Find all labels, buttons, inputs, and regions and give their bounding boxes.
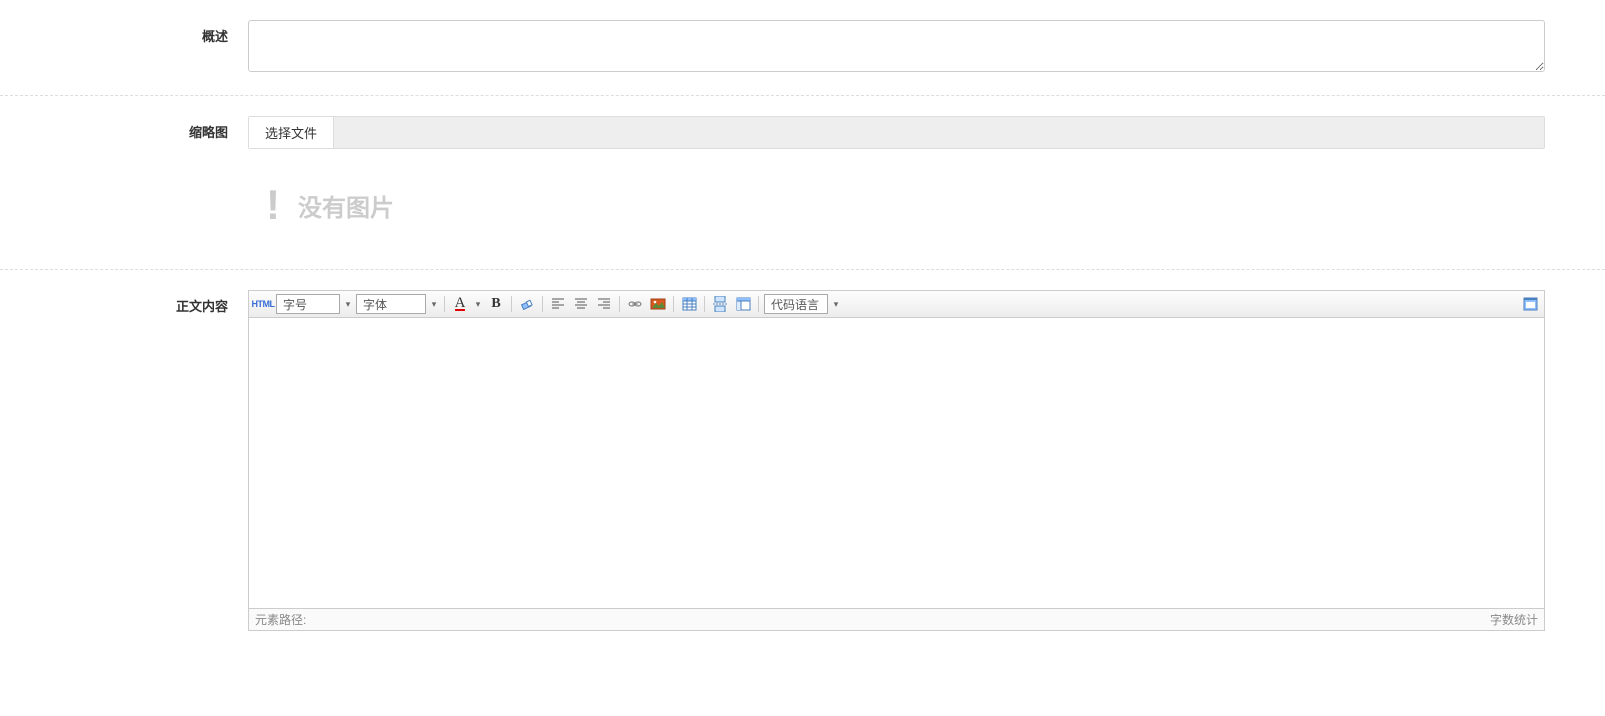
- chevron-down-icon: ▾: [832, 299, 840, 310]
- image-icon: [650, 297, 666, 311]
- no-image-placeholder: ! 没有图片: [248, 149, 1545, 249]
- source-html-button[interactable]: HTML: [253, 294, 273, 314]
- editor-content-area[interactable]: [249, 318, 1544, 608]
- template-icon: [736, 297, 751, 311]
- fullscreen-icon: [1523, 297, 1538, 311]
- font-size-label: 字号: [283, 296, 307, 313]
- bold-icon: B: [491, 296, 500, 312]
- align-left-icon: [551, 297, 565, 311]
- forecolor-button[interactable]: A: [450, 294, 470, 314]
- toolbar-separator: [758, 296, 759, 312]
- template-button[interactable]: [733, 294, 753, 314]
- thumbnail-row: 缩略图 选择文件 ! 没有图片: [0, 96, 1605, 270]
- code-language-select[interactable]: 代码语言: [764, 294, 828, 314]
- content-row: 正文内容 HTML 字号 ▾ 字体 ▾: [0, 270, 1605, 651]
- summary-textarea[interactable]: [248, 20, 1545, 72]
- font-size-select[interactable]: 字号: [276, 294, 340, 314]
- chevron-down-icon: ▾: [474, 299, 482, 310]
- align-center-button[interactable]: [571, 294, 591, 314]
- align-right-icon: [597, 297, 611, 311]
- toolbar-separator: [619, 296, 620, 312]
- summary-row: 概述: [0, 0, 1605, 96]
- toolbar-separator: [444, 296, 445, 312]
- font-size-dropdown-arrow[interactable]: ▾: [343, 294, 353, 314]
- code-language-dropdown-arrow[interactable]: ▾: [831, 294, 841, 314]
- pagebreak-button[interactable]: [710, 294, 730, 314]
- code-language-label: 代码语言: [771, 296, 819, 313]
- pagebreak-icon: [713, 296, 727, 312]
- summary-label: 概述: [0, 20, 248, 75]
- chevron-down-icon: ▾: [430, 299, 438, 310]
- word-count[interactable]: 字数统计: [1490, 611, 1538, 628]
- insert-image-button[interactable]: [648, 294, 668, 314]
- align-left-button[interactable]: [548, 294, 568, 314]
- html-icon: HTML: [252, 299, 275, 309]
- exclamation-icon: !: [266, 181, 280, 229]
- toolbar-separator: [704, 296, 705, 312]
- summary-input-col: [248, 20, 1605, 75]
- no-image-text: 没有图片: [298, 188, 394, 223]
- eraser-icon: [519, 296, 535, 312]
- bold-button[interactable]: B: [486, 294, 506, 314]
- content-input-col: HTML 字号 ▾ 字体 ▾ A ▾: [248, 290, 1605, 631]
- thumbnail-label: 缩略图: [0, 116, 248, 249]
- link-button[interactable]: [625, 294, 645, 314]
- thumbnail-input-col: 选择文件 ! 没有图片: [248, 116, 1605, 249]
- content-label: 正文内容: [0, 290, 248, 631]
- toolbar-separator: [542, 296, 543, 312]
- font-family-label: 字体: [363, 296, 387, 313]
- forecolor-dropdown-arrow[interactable]: ▾: [473, 294, 483, 314]
- align-center-icon: [574, 297, 588, 311]
- align-right-button[interactable]: [594, 294, 614, 314]
- font-family-select[interactable]: 字体: [356, 294, 426, 314]
- forecolor-icon: A: [455, 297, 466, 311]
- insert-table-button[interactable]: [679, 294, 699, 314]
- table-icon: [682, 297, 697, 311]
- element-path: 元素路径:: [255, 611, 306, 628]
- link-icon: [627, 297, 643, 311]
- file-upload-bar: 选择文件: [248, 116, 1545, 149]
- toolbar-separator: [673, 296, 674, 312]
- fullscreen-button[interactable]: [1520, 294, 1540, 314]
- editor-statusbar: 元素路径: 字数统计: [249, 608, 1544, 630]
- chevron-down-icon: ▾: [344, 299, 352, 310]
- rich-text-editor: HTML 字号 ▾ 字体 ▾ A ▾: [248, 290, 1545, 631]
- toolbar-separator: [511, 296, 512, 312]
- choose-file-button[interactable]: 选择文件: [249, 117, 334, 148]
- font-family-dropdown-arrow[interactable]: ▾: [429, 294, 439, 314]
- editor-toolbar: HTML 字号 ▾ 字体 ▾ A ▾: [249, 291, 1544, 318]
- eraser-button[interactable]: [517, 294, 537, 314]
